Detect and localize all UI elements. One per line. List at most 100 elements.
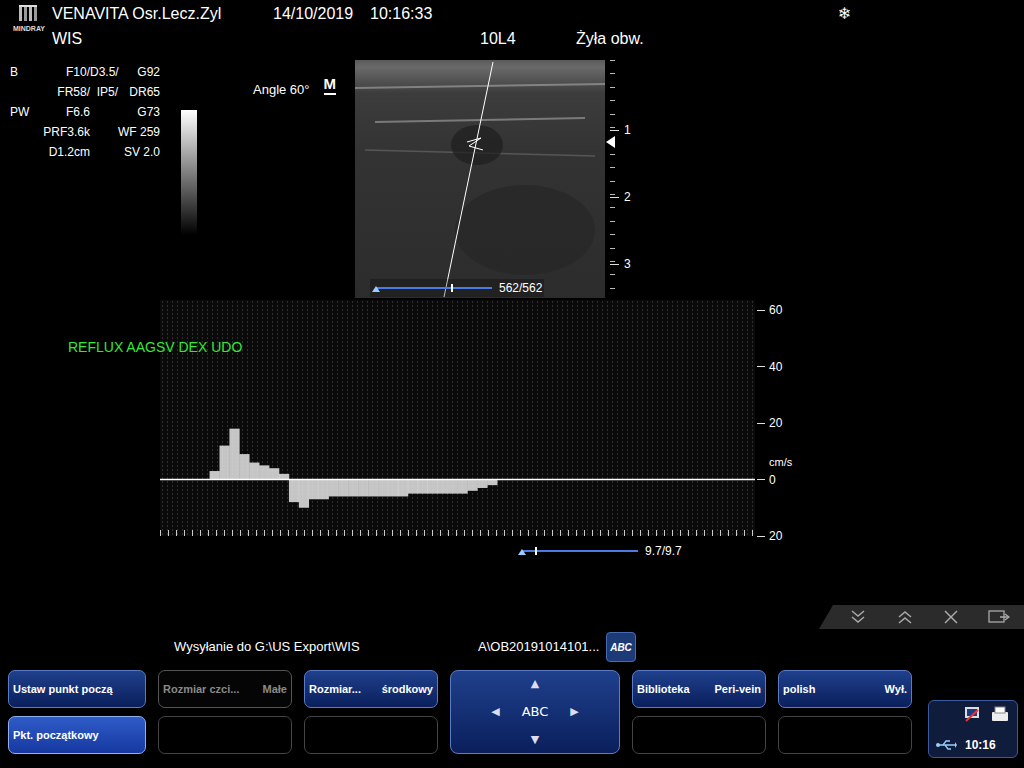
softkey: Rozmiar czci... Małe xyxy=(158,670,292,708)
spectrum-bar xyxy=(289,480,299,503)
left-arrow[interactable]: ◀ xyxy=(491,704,499,721)
softkey[interactable]: polish Wył. xyxy=(778,670,912,708)
softkey-label: polish xyxy=(783,681,815,698)
facility-name: VENAVITA Osr.Lecz.Zyl xyxy=(52,2,273,26)
softkey[interactable]: Rozmiar...środkowy xyxy=(304,670,438,708)
softkey xyxy=(158,716,292,754)
axis-tick: 60 xyxy=(757,302,782,318)
softkey-label: Rozmiar czci... xyxy=(163,681,239,698)
softkey[interactable]: BibliotekaPeri-vein xyxy=(632,670,766,708)
right-arrow[interactable]: ▶ xyxy=(570,704,578,721)
depth-tick: 1 xyxy=(610,122,631,138)
spectrum-bar xyxy=(329,480,339,497)
depth-tick: 3 xyxy=(610,256,631,272)
spectrum-bar xyxy=(368,480,378,497)
collapse-down-icon[interactable] xyxy=(849,609,867,625)
b-mode-image: 562/562 xyxy=(355,60,605,298)
spectrum-bar xyxy=(487,480,497,486)
softkey xyxy=(778,716,912,754)
spectrum-bar xyxy=(428,480,438,494)
softkey[interactable]: Pkt. początkowy xyxy=(8,716,146,754)
param-value: G73 xyxy=(118,102,160,122)
exam-time: 10:16:33 xyxy=(370,2,838,26)
usb-icon xyxy=(935,739,957,751)
param-value: PW xyxy=(10,102,36,122)
ultrasound-screen: MINDRAY VENAVITA Osr.Lecz.Zyl14/10/20191… xyxy=(0,0,1024,768)
network-icon xyxy=(963,704,985,724)
status-box: 10:16 xyxy=(928,700,1018,758)
spectrum-bar xyxy=(319,480,329,500)
export-destination: Wysyłanie do G:\US Export\WIS xyxy=(174,637,478,657)
up-arrow[interactable]: ▲ xyxy=(531,676,539,693)
time-ticks xyxy=(160,530,755,536)
cine-slider-icon[interactable] xyxy=(372,283,496,293)
param-value: SV 2.0 xyxy=(90,142,160,162)
spectrum-bar xyxy=(448,480,458,494)
annotation-button[interactable]: ABC xyxy=(606,632,636,662)
velocity-axis: 604020020cm/s xyxy=(755,300,815,540)
softkey-value: Wył. xyxy=(885,681,907,698)
clock: 10:16 xyxy=(965,736,996,754)
control-strip xyxy=(819,605,1024,629)
export-file: A\OB20191014101... xyxy=(478,637,606,657)
brand-name: MINDRAY xyxy=(13,25,45,32)
sweep-counter: 9.7/9.7 xyxy=(645,542,682,560)
axis-label: 60 xyxy=(769,302,782,318)
spectrum-trace xyxy=(160,300,755,536)
softkey-value: środkowy xyxy=(382,681,433,698)
expand-up-icon[interactable] xyxy=(896,609,914,625)
axis-tick: 20 xyxy=(757,528,782,544)
cine-slider-icon[interactable] xyxy=(518,546,642,556)
arrow-pad[interactable]: ▲ ◀ ABC ▶ ▼ xyxy=(450,670,620,754)
spectrum-bar xyxy=(309,480,319,500)
exam-type: WIS xyxy=(52,27,480,51)
down-arrow[interactable]: ▼ xyxy=(531,732,539,749)
doppler-angle: Angle 60° xyxy=(253,80,310,100)
spectrum-bar xyxy=(477,480,487,488)
spectrum-bar xyxy=(458,480,468,494)
param-value: F6.6 xyxy=(36,102,90,122)
softkey-label: Pkt. początkowy xyxy=(13,727,99,744)
logo: MINDRAY xyxy=(0,0,52,50)
param-value: D3.5/ xyxy=(90,62,118,82)
softkey-column: Rozmiar czci... Małe xyxy=(158,670,292,758)
spectrum-label: REFLUX AAGSV DEX UDO xyxy=(68,338,242,356)
probe-name: 10L4 xyxy=(480,27,576,51)
depth-minor-ticks xyxy=(610,60,615,298)
depth-label: 1 xyxy=(624,122,631,138)
baseline xyxy=(160,479,755,481)
softkey[interactable]: Ustaw punkt począ xyxy=(8,670,146,708)
softkey-label: Ustaw punkt począ xyxy=(13,681,113,698)
spectrum-bar xyxy=(239,454,249,479)
spectrum-bar xyxy=(388,480,398,497)
m-mode-mark: M xyxy=(324,76,337,95)
grayscale-bar xyxy=(181,110,197,235)
spectrum-bar xyxy=(418,480,428,494)
softkey-column: BibliotekaPeri-vein xyxy=(632,670,766,758)
axis-tick: 0 xyxy=(757,472,776,488)
axis-label: 40 xyxy=(769,359,782,375)
softkey-column: polish Wył. xyxy=(778,670,912,758)
param-value: IP5/ xyxy=(90,82,118,102)
softkey-value: Małe xyxy=(263,681,287,698)
image-counter: 562/562 xyxy=(370,279,544,297)
spectrum-bar xyxy=(229,429,239,480)
pad-center[interactable]: ABC xyxy=(522,702,549,722)
freeze-icon: ❄ xyxy=(838,2,851,26)
b-mode-picture xyxy=(355,60,605,298)
export-icon[interactable] xyxy=(988,609,1010,625)
spectrum-bar xyxy=(348,480,358,497)
param-value: DR65 xyxy=(118,82,160,102)
exam-date: 14/10/2019 xyxy=(273,2,370,26)
header: MINDRAY VENAVITA Osr.Lecz.Zyl14/10/20191… xyxy=(0,0,1024,50)
focus-marker-icon xyxy=(606,136,616,148)
printer-icon xyxy=(989,704,1011,724)
axis-tick: 40 xyxy=(757,359,782,375)
spectrum-bar xyxy=(467,480,477,491)
spectrum-bar xyxy=(269,468,279,479)
param-value: B xyxy=(10,62,36,82)
depth-scale: 123 xyxy=(605,60,645,298)
close-icon[interactable] xyxy=(943,609,959,625)
